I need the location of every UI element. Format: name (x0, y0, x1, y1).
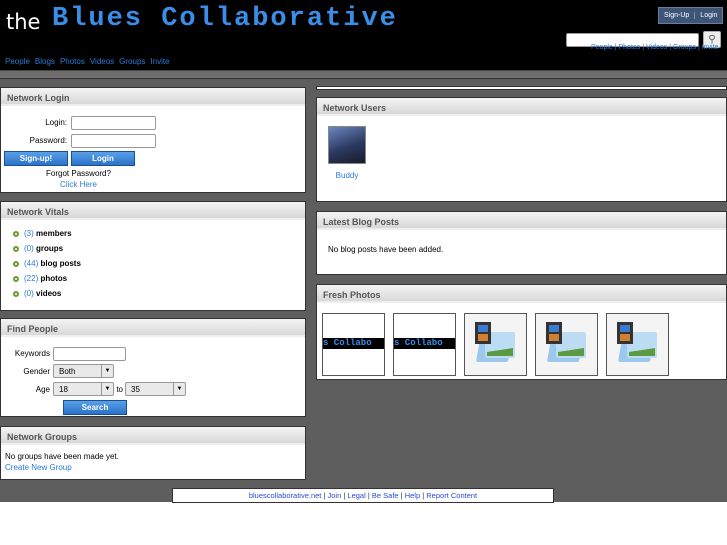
bullet-icon (13, 276, 19, 282)
nav-groups[interactable]: Groups (119, 57, 145, 66)
no-blog-posts-text: No blog posts have been added. (328, 245, 444, 254)
create-group-link[interactable]: Create New Group (5, 463, 72, 472)
footer-home-link[interactable]: bluescollaborative.net (249, 491, 322, 500)
photo-thumbnail[interactable] (535, 313, 598, 376)
site-header: the Blues Collaborative People Blogs Photo… (0, 0, 727, 71)
password-input[interactable] (71, 134, 156, 148)
top-nav: People Blogs Photos Videos Groups Invite (5, 57, 175, 66)
login-button[interactable]: Login (71, 151, 135, 166)
photo-thumbnail[interactable]: s Collabo (322, 313, 385, 376)
panel-title: Network Login (1, 88, 305, 106)
signup-button[interactable]: Sign-up! (4, 151, 68, 166)
age-to-value: 35 (131, 385, 140, 394)
vital-count[interactable]: (0) (24, 244, 34, 253)
search-videos[interactable]: Videos (646, 44, 667, 51)
search-people[interactable]: People (591, 44, 613, 51)
bullet-icon (13, 246, 19, 252)
search-groups[interactable]: Groups (673, 44, 696, 51)
login-link[interactable]: Login (694, 12, 722, 19)
footer-help-link[interactable]: Help (405, 491, 420, 500)
search-filter-nav: People | Photos | Videos | Groups | Invi… (591, 44, 719, 51)
vital-count[interactable]: (0) (24, 289, 34, 298)
click-here-link[interactable]: Click Here (1, 180, 156, 189)
bullet-icon (13, 261, 19, 267)
chevron-down-icon: ▼ (101, 383, 113, 395)
panel-title: Network Users (317, 98, 726, 116)
gender-select[interactable]: Both ▼ (53, 364, 114, 378)
latest-blog-posts-panel: Latest Blog Posts No blog posts have bee… (316, 211, 727, 275)
panel-title: Fresh Photos (317, 285, 726, 303)
logo-prefix[interactable]: the (6, 10, 40, 34)
network-users-panel: Network Users Buddy (316, 97, 727, 202)
user-name-link[interactable]: Buddy (317, 171, 377, 180)
photo-placeholder-icon (473, 322, 519, 368)
nav-videos[interactable]: Videos (90, 57, 114, 66)
chevron-down-icon: ▼ (101, 365, 113, 377)
login-input[interactable] (71, 116, 156, 130)
keywords-label: Keywords (14, 349, 50, 358)
photo-strip: s Collabo (323, 338, 384, 349)
vital-item: (0) videos (13, 289, 61, 298)
vital-item: (44) blog posts (13, 259, 81, 268)
forgot-password-text: Forgot Password? (46, 169, 111, 178)
photo-thumbnail[interactable] (606, 313, 669, 376)
no-groups-text: No groups have been made yet. (5, 452, 119, 461)
panel-title: Network Groups (1, 427, 305, 445)
nav-photos[interactable]: Photos (60, 57, 85, 66)
fresh-photos-panel: Fresh Photos s Collabo s Collabo (316, 284, 727, 380)
login-label: Login: (45, 118, 67, 127)
search-people-button[interactable]: Search (63, 400, 127, 415)
photo-strip: s Collabo (394, 338, 455, 349)
nav-invite[interactable]: Invite (150, 57, 169, 66)
nav-blogs[interactable]: Blogs (35, 57, 55, 66)
panel-title: Network Vitals (1, 202, 305, 220)
vital-item: (3) members (13, 229, 72, 238)
right-top-bar (316, 86, 727, 90)
gender-value: Both (59, 367, 76, 376)
age-label: Age (35, 385, 50, 394)
bullet-icon (13, 291, 19, 297)
photo-thumbnail[interactable] (464, 313, 527, 376)
photo-placeholder-icon (615, 322, 661, 368)
footer: bluescollaborative.net | Join | Legal | … (172, 488, 554, 503)
footer-be-safe-link[interactable]: Be Safe (372, 491, 399, 500)
network-vitals-panel: Network Vitals (3) members (0) groups (4… (0, 201, 306, 311)
network-login-panel: Network Login Login: Password: Sign-up! … (0, 87, 306, 193)
logo-title[interactable]: Blues Collaborative (52, 4, 398, 34)
vital-label: groups (36, 244, 64, 253)
chevron-down-icon: ▼ (173, 383, 185, 395)
vital-count[interactable]: (22) (24, 274, 38, 283)
bullet-icon (13, 231, 19, 237)
vital-item: (0) groups (13, 244, 63, 253)
vital-count[interactable]: (44) (24, 259, 38, 268)
search-invite[interactable]: Invite (702, 44, 719, 51)
nav-people[interactable]: People (5, 57, 30, 66)
to-label: to (116, 385, 123, 394)
search-photos[interactable]: Photos (619, 44, 641, 51)
keywords-input[interactable] (53, 347, 126, 361)
panel-title: Find People (1, 319, 305, 337)
vital-label: blog posts (40, 259, 81, 268)
age-from-value: 18 (59, 385, 68, 394)
password-label: Password: (29, 136, 67, 145)
age-to-select[interactable]: 35 ▼ (125, 382, 186, 396)
user-avatar[interactable] (328, 126, 366, 164)
auth-box: Sign-Up Login (658, 7, 724, 24)
vital-label: members (36, 229, 72, 238)
footer-legal-link[interactable]: Legal (347, 491, 365, 500)
photo-thumbnail[interactable]: s Collabo (393, 313, 456, 376)
footer-join-link[interactable]: Join (328, 491, 342, 500)
vital-label: videos (36, 289, 62, 298)
vital-label: photos (40, 274, 68, 283)
footer-report-link[interactable]: Report Content (426, 491, 477, 500)
network-groups-panel: Network Groups No groups have been made … (0, 426, 306, 480)
gender-label: Gender (23, 367, 50, 376)
find-people-panel: Find People Keywords Gender Both ▼ Age 18… (0, 318, 306, 417)
vital-count[interactable]: (3) (24, 229, 34, 238)
vital-item: (22) photos (13, 274, 67, 283)
signup-link[interactable]: Sign-Up (659, 12, 694, 19)
age-from-select[interactable]: 18 ▼ (53, 382, 114, 396)
photo-placeholder-icon (544, 322, 590, 368)
panel-title: Latest Blog Posts (317, 212, 726, 230)
